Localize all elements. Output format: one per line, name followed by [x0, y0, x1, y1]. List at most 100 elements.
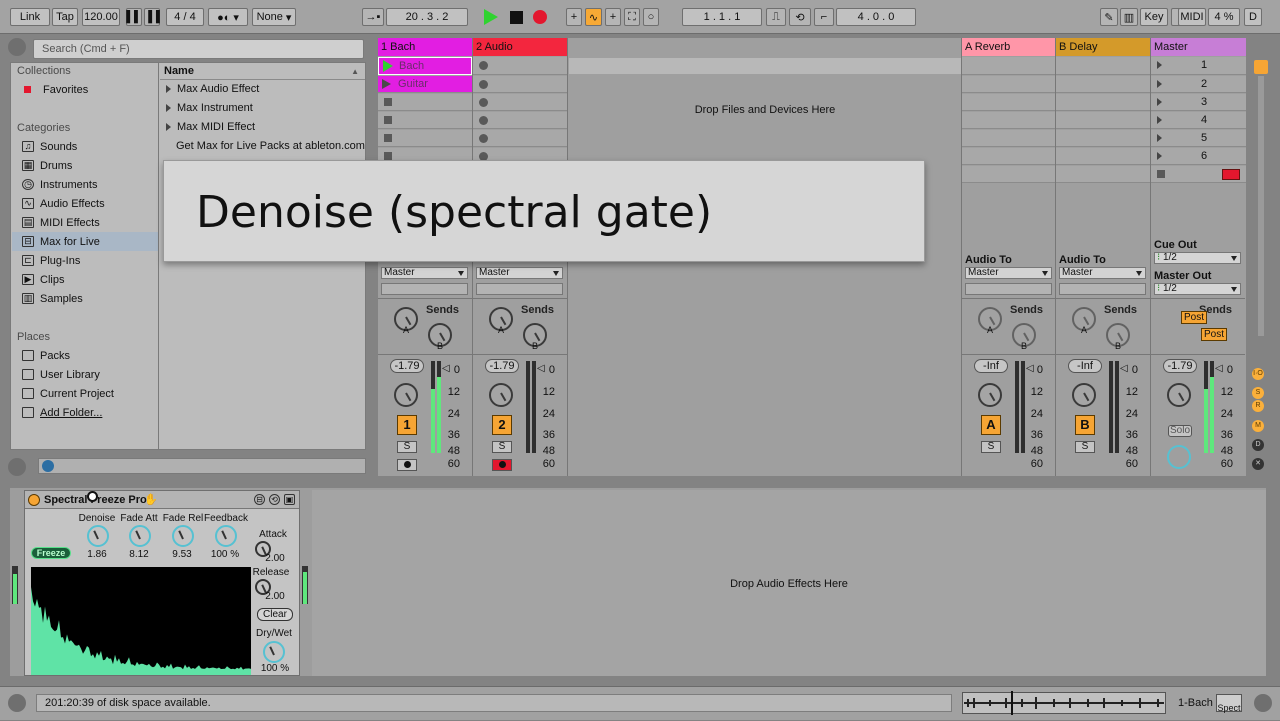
solo-button[interactable]: S: [981, 441, 1001, 453]
volume-field[interactable]: -1.79: [390, 359, 424, 373]
stop-clip-icon[interactable]: [384, 152, 392, 160]
device-title-bar[interactable]: Spectral Freeze Pro ✋ ⊟ ⟲ ▣: [25, 491, 299, 509]
sends-toggle-icon[interactable]: S: [1252, 387, 1264, 399]
scene-play-icon[interactable]: [1157, 134, 1162, 142]
scene-launch[interactable]: 4: [1151, 112, 1246, 129]
loop-start-field[interactable]: 1 . 1 . 1: [682, 8, 762, 26]
nudge-up-icon[interactable]: ▐▐: [144, 8, 160, 26]
headphones-icon[interactable]: [42, 460, 54, 472]
record-button[interactable]: [533, 10, 547, 24]
audio-to-channel[interactable]: [1059, 283, 1146, 295]
punch-out-icon[interactable]: ⌐: [814, 8, 834, 26]
record-slot-icon[interactable]: [479, 116, 488, 125]
record-slot-icon[interactable]: [479, 98, 488, 107]
capture-icon[interactable]: ⛶: [624, 8, 640, 26]
clip-slot[interactable]: Bach: [378, 57, 472, 75]
name-column-header[interactable]: Name ▲: [160, 63, 365, 80]
volume-field[interactable]: -Inf: [974, 359, 1008, 373]
solo-button[interactable]: S: [1075, 441, 1095, 453]
device-activator-icon[interactable]: [28, 494, 40, 506]
track-activator-button[interactable]: 1: [397, 415, 417, 435]
scene-play-icon[interactable]: [1157, 61, 1162, 69]
loop-switch-icon[interactable]: ⟲: [789, 8, 811, 26]
clip-play-icon[interactable]: [382, 79, 391, 89]
overdub-icon[interactable]: +: [566, 8, 582, 26]
pan-knob[interactable]: [394, 383, 418, 407]
sidebar-item-max-for-live[interactable]: ⊟ Max for Live: [12, 232, 158, 251]
sidebar-item-current-project[interactable]: Current Project: [12, 384, 158, 403]
audio-to-select[interactable]: Master: [1059, 267, 1146, 279]
scene-launch[interactable]: 3: [1151, 94, 1246, 111]
preview-bar[interactable]: [38, 458, 366, 474]
solo-button[interactable]: S: [397, 441, 417, 453]
clip-play-icon[interactable]: [383, 60, 393, 72]
link-button[interactable]: Link: [10, 8, 50, 26]
arm-button[interactable]: [492, 459, 512, 471]
play-button[interactable]: [484, 9, 498, 25]
stop-clip-icon[interactable]: [384, 98, 392, 106]
sidebar-item-user-library[interactable]: User Library: [12, 365, 158, 384]
keyboard-icon[interactable]: ▥: [1120, 8, 1138, 26]
arm-button[interactable]: [397, 459, 417, 471]
list-item[interactable]: Max Audio Effect: [166, 83, 259, 95]
track-title[interactable]: Master: [1151, 38, 1246, 56]
fade-rel-knob[interactable]: [172, 525, 194, 547]
sidebar-item-sounds[interactable]: ♫ Sounds: [12, 137, 158, 156]
arrangement-position-field[interactable]: 20 . 3 . 2: [386, 8, 468, 26]
fade-att-knob[interactable]: [129, 525, 151, 547]
scene-play-icon[interactable]: [1157, 80, 1162, 88]
pan-knob[interactable]: [1072, 383, 1096, 407]
tap-tempo-button[interactable]: Tap: [52, 8, 78, 26]
hot-swap-icon[interactable]: ▣: [284, 494, 295, 505]
pan-knob[interactable]: [489, 383, 513, 407]
overview-waveform[interactable]: [962, 691, 1166, 715]
volume-field[interactable]: -1.79: [485, 359, 519, 373]
freeze-button[interactable]: Freeze: [31, 547, 71, 559]
mixer-toggle-icon[interactable]: M: [1252, 420, 1264, 432]
crossfader-toggle-icon[interactable]: ✕: [1252, 458, 1264, 470]
list-item[interactable]: Max MIDI Effect: [166, 121, 255, 133]
preview-toggle-icon[interactable]: [8, 458, 26, 476]
key-map-button[interactable]: Key: [1140, 8, 1168, 26]
scene-play-icon[interactable]: [1157, 152, 1162, 160]
nudge-down-icon[interactable]: ▌▌: [126, 8, 142, 26]
session-record-icon[interactable]: ○: [643, 8, 659, 26]
audio-effects-drop-area[interactable]: Drop Audio Effects Here: [312, 490, 1266, 676]
dry-wet-knob[interactable]: [263, 641, 285, 663]
packs-link[interactable]: Get Max for Live Packs at ableton.com: [176, 140, 365, 152]
sidebar-item-audio-effects[interactable]: ∿ Audio Effects: [12, 194, 158, 213]
clear-button[interactable]: Clear: [257, 608, 293, 621]
midi-map-button[interactable]: MIDI: [1178, 8, 1206, 26]
solo-cue-button[interactable]: Solo: [1168, 425, 1192, 437]
audio-to-channel[interactable]: [381, 283, 468, 295]
save-preset-icon[interactable]: ⊟: [254, 494, 265, 505]
loop-length-field[interactable]: 4 . 0 . 0: [836, 8, 916, 26]
sidebar-item-packs[interactable]: Packs: [12, 346, 158, 365]
stop-all-clips-icon[interactable]: [1157, 170, 1165, 178]
sidebar-item-samples[interactable]: ▥ Samples: [12, 289, 158, 308]
stop-clip-icon[interactable]: [384, 116, 392, 124]
master-out-select[interactable]: ⁝ 1/2: [1154, 283, 1241, 295]
sidebar-item-plugins[interactable]: ⊏ Plug-Ins: [12, 251, 158, 270]
volume-field[interactable]: -Inf: [1068, 359, 1102, 373]
edit-device-icon[interactable]: ⟲: [269, 494, 280, 505]
solo-button[interactable]: S: [492, 441, 512, 453]
sidebar-item-drums[interactable]: ▦ Drums: [12, 156, 158, 175]
audio-to-select[interactable]: Master: [965, 267, 1052, 279]
scene-launch[interactable]: 1: [1151, 57, 1246, 75]
tempo-field[interactable]: 120.00: [82, 8, 120, 26]
track-title[interactable]: B Delay: [1056, 38, 1150, 56]
clip-slot[interactable]: [473, 130, 567, 147]
pan-knob[interactable]: [1167, 383, 1191, 407]
track-activator-button[interactable]: 2: [492, 415, 512, 435]
record-slot-icon[interactable]: [479, 134, 488, 143]
time-signature-field[interactable]: 4 / 4: [166, 8, 204, 26]
sidebar-item-instruments[interactable]: ◷ Instruments: [12, 175, 158, 194]
clip-slot[interactable]: [473, 94, 567, 111]
session-scrollbar[interactable]: [1258, 76, 1264, 336]
scene-launch[interactable]: 5: [1151, 130, 1246, 147]
denoise-knob[interactable]: [87, 525, 109, 547]
scene-launch[interactable]: 2: [1151, 76, 1246, 93]
metronome-toggle[interactable]: ●◐ ▾: [208, 8, 248, 26]
clip-slot[interactable]: [378, 94, 472, 111]
